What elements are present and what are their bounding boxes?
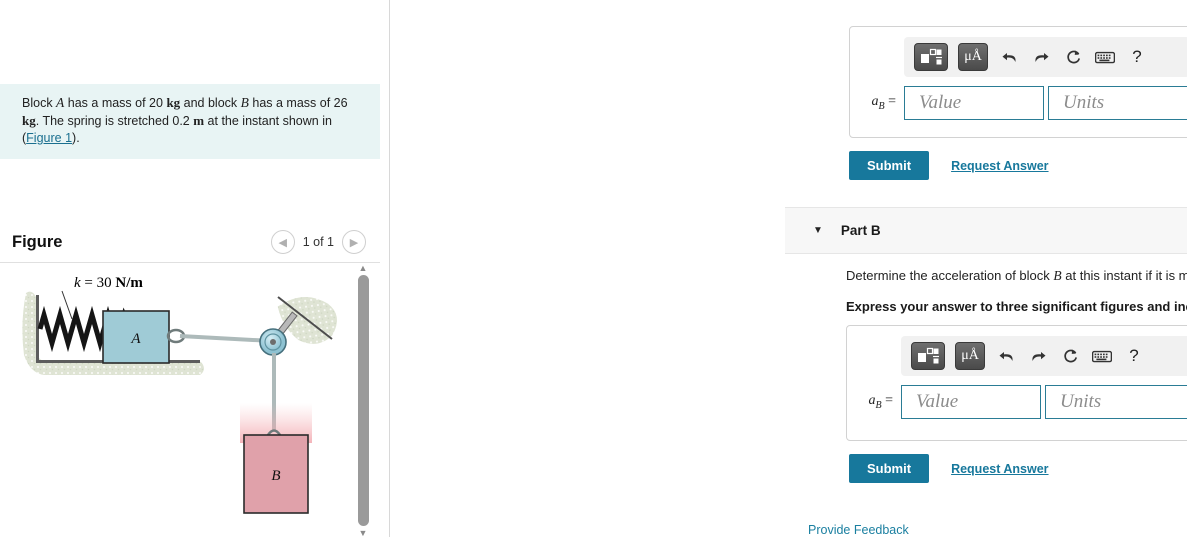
caret-down-icon[interactable]: ▼ — [813, 225, 823, 236]
block-b-label: B — [271, 468, 280, 484]
math-toolbar-b: μÅ ? — [901, 336, 1187, 376]
answer-input-row-a: aB = Value Units — [862, 86, 1187, 120]
part-b-title: Part B — [840, 223, 881, 238]
problem-text-5: . The spring is stretched 0.2 — [35, 114, 194, 128]
answer-input-row-b: aB = Value Units — [859, 385, 1187, 419]
problem-unit-kg-1: kg — [166, 95, 181, 110]
keyboard-icon[interactable] — [1094, 46, 1116, 68]
scroll-up-icon[interactable]: ▲ — [359, 263, 368, 273]
problem-text-3: and block — [180, 96, 241, 110]
keyboard-icon[interactable] — [1091, 345, 1113, 367]
figure-panel-title: Figure — [12, 232, 63, 251]
question-mid: at this instant if it is moving downward… — [1065, 268, 1187, 283]
problem-text-4: has a mass of 26 — [248, 96, 348, 110]
units-input-b[interactable]: Units — [1045, 385, 1187, 419]
provide-feedback-link[interactable]: Provide Feedback — [808, 523, 909, 537]
scrollbar-thumb[interactable] — [357, 275, 369, 526]
help-icon[interactable]: ? — [1123, 345, 1145, 367]
problem-unit-m: m — [193, 113, 205, 128]
figure-header: Figure ◀ 1 of 1 ▶ — [0, 222, 380, 262]
math-template-icon[interactable] — [914, 43, 948, 71]
figure-counter: 1 of 1 — [302, 235, 334, 249]
answer-box-part-a: μÅ ? aB = Value Units — [849, 26, 1187, 138]
answer-label-b: aB = — [868, 393, 893, 411]
problem-text-2: has a mass of 20 — [64, 96, 167, 110]
spring-k-unit: N/m — [115, 275, 143, 291]
figure-navigation: ◀ 1 of 1 ▶ — [270, 230, 366, 254]
request-answer-link-a[interactable]: Request Answer — [951, 159, 1048, 173]
request-answer-link-b[interactable]: Request Answer — [951, 462, 1048, 476]
submit-button-a[interactable]: Submit — [849, 151, 930, 180]
redo-icon[interactable] — [1030, 46, 1052, 68]
submit-row-b: Submit Request Answer — [849, 454, 1049, 483]
help-icon[interactable]: ? — [1126, 46, 1148, 68]
micro-angstrom-units-icon[interactable]: μÅ — [958, 43, 988, 71]
math-toolbar-a: μÅ ? — [904, 37, 1187, 77]
math-template-icon[interactable] — [911, 342, 945, 370]
block-b: B — [243, 434, 309, 514]
problem-var-b: B — [240, 95, 249, 110]
problem-text-1: Block — [22, 96, 57, 110]
block-a: A — [102, 310, 170, 364]
units-input-a[interactable]: Units — [1048, 86, 1187, 120]
value-input-a[interactable]: Value — [904, 86, 1044, 120]
part-b-body: Determine the acceleration of block B at… — [846, 266, 1187, 314]
problem-statement: Block A has a mass of 20 kg and block B … — [0, 84, 380, 159]
problem-text-7: ). — [72, 131, 80, 145]
chevron-right-icon[interactable]: ▶ — [342, 230, 366, 254]
submit-button-b[interactable]: Submit — [849, 454, 930, 483]
figure-1-link[interactable]: Figure 1 — [26, 131, 72, 145]
right-panel: μÅ ? aB = Value Units Submit Request Ans… — [390, 0, 1187, 537]
scrollbar-track[interactable] — [354, 273, 372, 528]
chevron-left-icon[interactable]: ◀ — [270, 230, 295, 254]
reset-icon[interactable] — [1059, 345, 1081, 367]
problem-unit-kg-2: kg — [22, 113, 36, 128]
submit-row-a: Submit Request Answer — [849, 151, 1049, 180]
figure-pane: k = 30 N/m A B ▲ ▼ — [0, 262, 380, 537]
answer-box-part-b: μÅ ? aB = Value Units — [846, 325, 1187, 441]
question-var-b: B — [1053, 268, 1062, 283]
question-pre: Determine the acceleration of block — [846, 268, 1054, 283]
undo-icon[interactable] — [998, 46, 1020, 68]
value-input-b[interactable]: Value — [901, 385, 1041, 419]
part-b-header[interactable]: ▼ Part B — [785, 207, 1187, 254]
part-b-question: Determine the acceleration of block B at… — [846, 266, 1187, 286]
part-b-instruction: Express your answer to three significant… — [846, 299, 1187, 314]
spring-k-value: = 30 — [81, 275, 116, 291]
answer-label-a: aB = — [871, 94, 896, 112]
rope-horizontal — [179, 334, 273, 343]
pulley — [259, 328, 287, 356]
page-root: Block A has a mass of 20 kg and block B … — [0, 0, 1187, 537]
physics-diagram: k = 30 N/m A B — [22, 275, 337, 514]
micro-angstrom-units-icon[interactable]: μÅ — [955, 342, 985, 370]
scroll-down-icon[interactable]: ▼ — [359, 528, 368, 537]
figure-scrollbar[interactable]: ▲ ▼ — [354, 263, 372, 537]
left-panel: Block A has a mass of 20 kg and block B … — [0, 0, 390, 537]
reset-icon[interactable] — [1062, 46, 1084, 68]
redo-icon[interactable] — [1027, 345, 1049, 367]
undo-icon[interactable] — [995, 345, 1017, 367]
block-a-label: A — [130, 331, 141, 347]
svg-text:k = 30 N/m: k = 30 N/m — [74, 275, 143, 291]
